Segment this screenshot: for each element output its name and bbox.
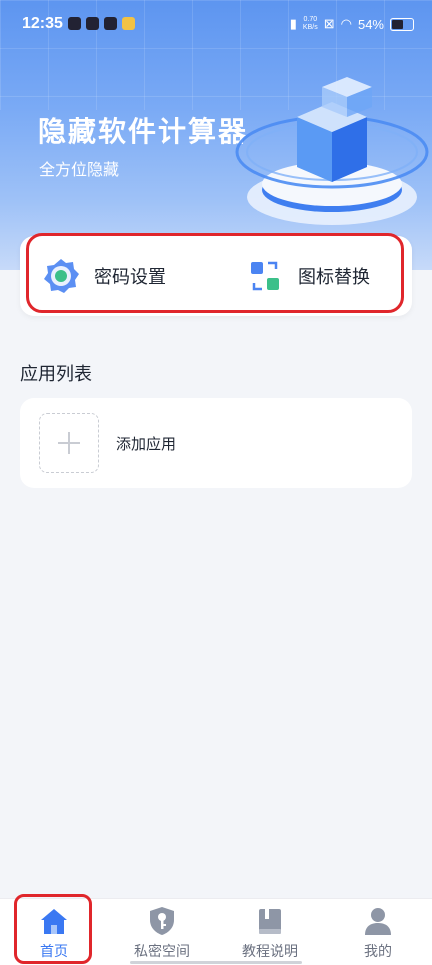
book-icon [259,909,281,934]
user-icon [365,908,391,935]
red-highlight-actions [26,233,404,313]
net-speed: 0.70 KB/s [302,16,318,31]
tab-private-space[interactable]: 私密空间 [108,899,216,965]
tab-mine[interactable]: 我的 [324,899,432,965]
tab-tutorial[interactable]: 教程说明 [216,899,324,965]
battery-icon [390,17,414,31]
app-list-title: 应用列表 [20,364,92,385]
app-list-card: 添加应用 [20,398,412,488]
battery-percent: 54% [357,16,384,32]
vibrate-icon: ▮ [289,16,297,31]
cube-illustration [235,77,429,225]
add-app-label[interactable]: 添加应用 [116,433,176,454]
tiktok-icon [86,17,99,30]
status-time: 12:35 [22,15,63,32]
app-icon [104,17,117,30]
notification-icons [68,17,135,30]
tab-private-space-label: 私密空间 [134,944,190,960]
wifi-icon: ◠ [340,16,352,31]
tab-mine-label: 我的 [364,944,392,960]
add-app-button[interactable] [39,413,99,473]
hero-title: 隐藏软件计算器 [38,115,249,148]
shield-key-icon [150,907,174,935]
mail-icon [68,17,81,30]
sim-icon: ⊠ [323,16,335,31]
weibo-icon [122,17,135,30]
tab-tutorial-label: 教程说明 [242,944,298,960]
status-bar: 12:35 ▮ 0.70 KB/s ⊠ ◠ 54% [0,0,432,50]
status-indicators: ▮ 0.70 KB/s ⊠ ◠ 54% [290,16,414,32]
red-highlight-home-tab [14,894,92,964]
hero-subtitle: 全方位隐藏 [39,160,120,179]
